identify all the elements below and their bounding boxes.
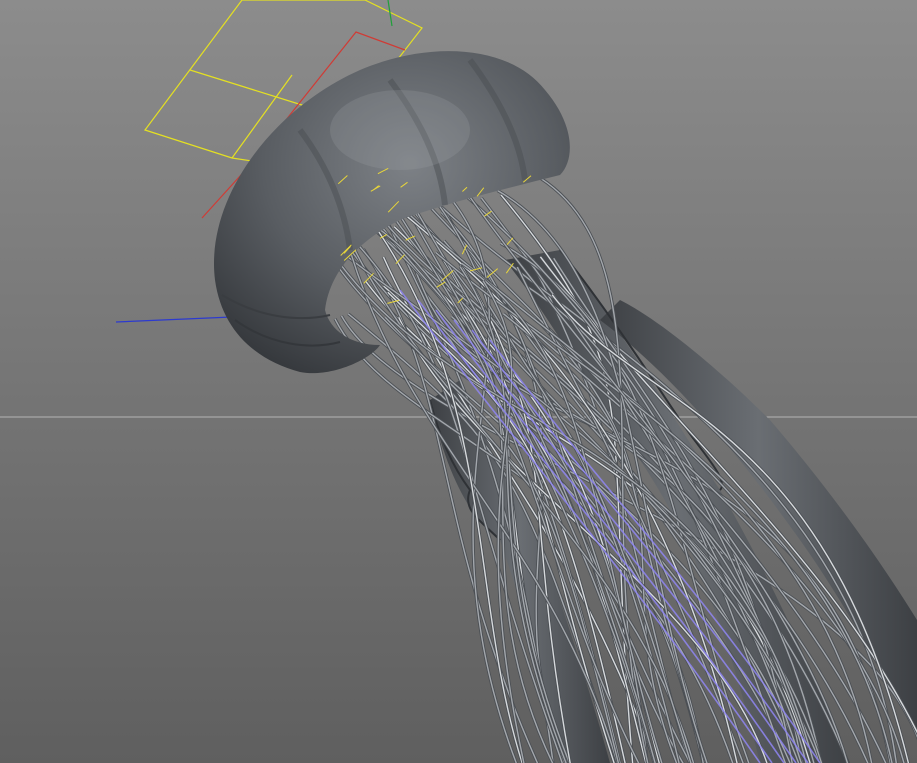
viewport-canvas[interactable] [0,0,917,763]
bell-specular [330,90,470,170]
3d-viewport[interactable] [0,0,917,763]
